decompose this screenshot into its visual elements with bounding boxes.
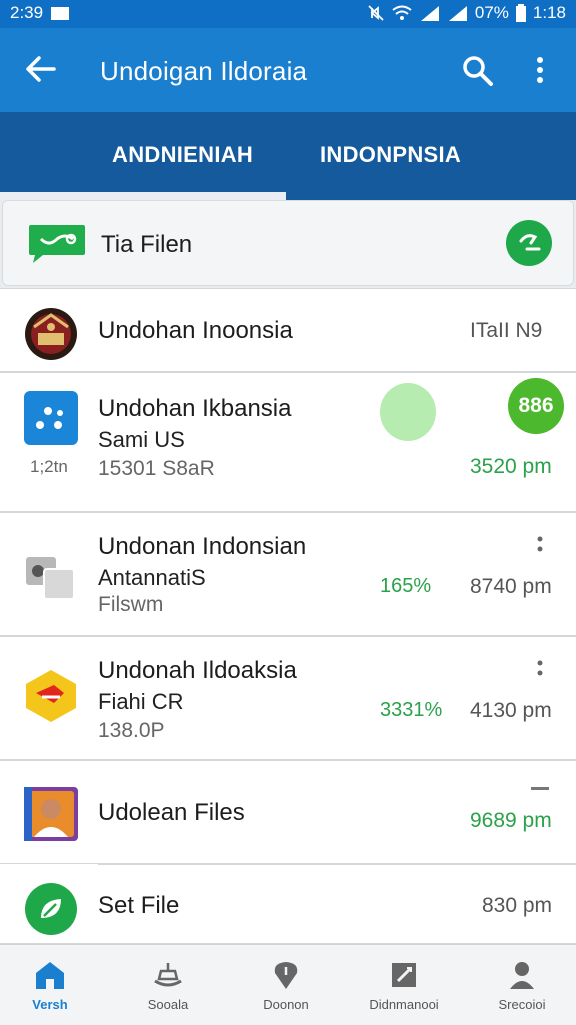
list-item-title: Undonah Ildoaksia xyxy=(98,657,297,684)
file-header-card[interactable]: Tia Filen xyxy=(2,200,574,286)
profile-icon xyxy=(510,962,534,989)
list-item-time: 3520 pm xyxy=(470,455,552,478)
list-item-title: Udolean Files xyxy=(98,799,245,826)
nav-item-srecoioi[interactable]: Srecoioi xyxy=(467,959,576,1012)
list-item-meta: Filswm xyxy=(98,593,164,616)
list-item-title: Undonan Indonsian xyxy=(98,533,307,560)
active-tab-indicator xyxy=(0,192,286,200)
list-item-meta: 138.0P xyxy=(98,719,165,742)
list-item-meta: 15301 S8aR xyxy=(98,457,215,480)
nav-item-sooala[interactable]: Sooala xyxy=(113,959,223,1012)
list-item-title: Set File xyxy=(98,892,180,919)
list-item-subtitle: Sami US xyxy=(98,427,185,452)
list-item[interactable]: Udolean Files 9689 pm xyxy=(0,760,576,864)
nav-item-home[interactable]: Versh xyxy=(0,959,105,1012)
row-menu-icon[interactable] xyxy=(537,535,543,559)
touch-ripple xyxy=(380,383,436,441)
list-item[interactable]: Undonan Indonsian AntannatiS Filswm 165%… xyxy=(0,512,576,636)
list-item-time: 9689 pm xyxy=(470,809,552,832)
mute-icon xyxy=(368,5,384,21)
app-bar: Undoigan Ildoraia xyxy=(0,28,576,112)
collapse-handle[interactable] xyxy=(531,787,549,790)
status-bar: 2:39 07% 1:18 xyxy=(0,0,576,28)
header-card-label: Tia Filen xyxy=(101,231,193,258)
nav-label: Didnmanooi xyxy=(369,997,439,1012)
mail-icon xyxy=(51,6,70,20)
list-item[interactable]: 1;2tn Undohan Ikbansia Sami US 15301 S8a… xyxy=(0,372,576,512)
list-item-title: Undohan Ikbansia xyxy=(98,395,292,422)
emblem-icon xyxy=(25,308,77,360)
portrait-thumbnail-icon xyxy=(24,787,78,841)
status-time-right: 1:18 xyxy=(532,3,566,22)
list-item-time: 4130 pm xyxy=(470,699,552,722)
edit-circle-icon[interactable] xyxy=(505,219,553,267)
list-item-time: 830 pm xyxy=(482,894,553,917)
leaf-icon xyxy=(25,883,77,935)
boat-icon xyxy=(154,963,182,987)
signal-icon xyxy=(420,6,439,21)
tab-indonpnsia[interactable]: INDONPNSIA xyxy=(320,142,461,168)
home-icon xyxy=(36,962,64,989)
list-item-title: Undohan Inoonsia xyxy=(98,317,293,344)
tab-andnieniah[interactable]: ANDNIENIAH xyxy=(112,142,253,168)
signal-icon-2 xyxy=(448,6,467,21)
nav-item-didnmanooi[interactable]: Didnmanooi xyxy=(349,959,459,1012)
list-item[interactable]: Undonah Ildoaksia Fiahi CR 138.0P 3331% … xyxy=(0,636,576,760)
bottom-navigation: Versh Sooala Doonon Didnmanooi Srecoioi xyxy=(0,944,576,1025)
nav-label: Versh xyxy=(32,997,68,1012)
progress-percent: 3331% xyxy=(380,699,443,721)
tab-bar: ANDNIENIAH INDONPNSIA xyxy=(0,112,576,200)
list-item[interactable]: Set File 830 pm xyxy=(0,864,576,944)
search-icon[interactable] xyxy=(460,53,494,87)
more-options-icon[interactable] xyxy=(528,54,552,88)
edit-square-icon xyxy=(392,963,416,987)
game-app-icon xyxy=(26,670,76,722)
app-grid-icon xyxy=(24,391,78,445)
wifi-icon xyxy=(392,5,412,20)
row-divider xyxy=(98,864,576,865)
row-menu-icon[interactable] xyxy=(537,659,543,683)
chat-file-icon xyxy=(29,225,85,263)
page-title: Undoigan Ildoraia xyxy=(100,56,308,86)
list-item-time: 8740 pm xyxy=(470,575,552,598)
list-item[interactable]: Undohan Inoonsia ITaII N9 xyxy=(0,288,576,372)
status-time: 2:39 xyxy=(10,3,44,22)
list-item-subtitle: AntannatiS xyxy=(98,565,206,590)
back-arrow-icon[interactable] xyxy=(24,52,58,86)
nav-label: Doonon xyxy=(263,997,309,1012)
image-stack-icon xyxy=(26,557,75,600)
nav-label: Srecoioi xyxy=(498,997,546,1012)
nav-item-doonon[interactable]: Doonon xyxy=(231,959,341,1012)
count-badge: 886 xyxy=(508,378,564,434)
nav-label: Sooala xyxy=(147,997,189,1012)
list-item-time: ITaII N9 xyxy=(470,319,543,342)
battery-icon xyxy=(515,4,526,22)
list-item-side-meta: 1;2tn xyxy=(30,457,68,476)
list-item-subtitle: Fiahi CR xyxy=(98,689,184,714)
location-pin-icon xyxy=(274,962,298,989)
progress-percent: 165% xyxy=(380,575,432,597)
battery-percent: 07% xyxy=(474,3,509,22)
